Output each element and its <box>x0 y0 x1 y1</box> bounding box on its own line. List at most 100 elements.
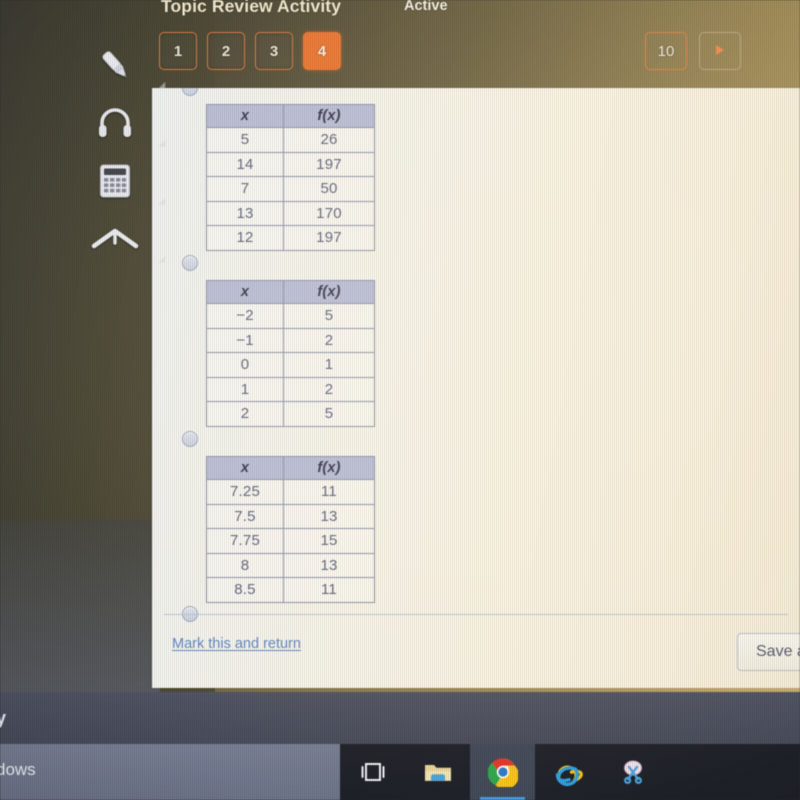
taskbar-snipping-tool-button[interactable] <box>600 744 665 800</box>
collapse-up-icon <box>90 224 140 254</box>
cell-fx: 5 <box>283 401 375 427</box>
cell-fx: 2 <box>283 327 375 353</box>
highlighter-icon <box>93 43 137 87</box>
question-content-area: x f(x) 5 26 14 197 7 50 13 170 12 197 x … <box>152 88 800 688</box>
taskbar-file-explorer-button[interactable] <box>405 744 470 800</box>
headphones-icon <box>93 101 137 145</box>
column-header-x: x <box>206 456 284 480</box>
taskbar-task-view-button[interactable] <box>340 744 405 800</box>
file-explorer-icon <box>423 759 453 785</box>
table-row: 13 170 <box>206 200 375 226</box>
cell-x: −1 <box>206 327 284 353</box>
column-header-x: x <box>206 280 284 304</box>
cell-fx: 197 <box>283 225 375 251</box>
cell-x: 2 <box>206 401 284 427</box>
column-header-fx: f(x) <box>283 456 375 480</box>
table-row: 7.5 13 <box>206 503 375 529</box>
table-row: 7 50 <box>206 176 375 202</box>
calculator-icon <box>95 159 135 203</box>
cell-fx: 26 <box>283 127 375 153</box>
cell-fx: 13 <box>283 552 375 578</box>
cell-fx: 50 <box>283 176 375 202</box>
taskbar-search-area[interactable] <box>0 744 340 800</box>
save-and-exit-button[interactable]: Save a <box>737 633 800 671</box>
choice-radio-1[interactable] <box>182 88 198 96</box>
play-triangle-icon <box>715 44 725 59</box>
table-row: 12 197 <box>206 225 375 251</box>
page-tabs-right: 10 <box>645 32 741 70</box>
page-tab-3[interactable]: 3 <box>255 32 293 70</box>
window-strip <box>0 692 800 744</box>
task-view-icon <box>358 760 388 784</box>
choice-radio-2[interactable] <box>182 255 198 271</box>
cell-x: 0 <box>206 352 284 378</box>
cell-fx: 2 <box>283 376 375 402</box>
page-tab-2[interactable]: 2 <box>207 32 245 70</box>
page-tab-4[interactable]: 4 <box>303 32 341 70</box>
cell-fx: 1 <box>283 352 375 378</box>
table-row: 14 197 <box>206 151 375 177</box>
table-header-row: x f(x) <box>206 280 375 304</box>
app-background-lower-left <box>0 520 160 692</box>
table-row: 2 5 <box>206 401 375 427</box>
footer-divider <box>164 614 788 615</box>
table-row: −1 2 <box>206 327 375 353</box>
page-tabs: 1 2 3 4 <box>159 32 341 70</box>
cell-x: −2 <box>206 303 284 329</box>
table-row: 0 1 <box>206 352 375 378</box>
table-header-row: x f(x) <box>206 104 375 128</box>
tool-highlighter[interactable] <box>82 36 169 94</box>
cell-x: 5 <box>206 127 284 153</box>
table-row: 8.5 11 <box>206 577 375 603</box>
page-tab-1[interactable]: 1 <box>159 32 197 70</box>
taskbar-chrome-button[interactable] <box>470 744 535 800</box>
tool-calculator[interactable] <box>82 152 169 210</box>
cell-fx: 197 <box>283 151 375 177</box>
cell-fx: 170 <box>283 200 375 226</box>
tool-collapse[interactable] <box>82 210 169 268</box>
cell-fx: 11 <box>283 479 375 505</box>
cell-fx: 15 <box>283 528 375 554</box>
column-header-fx: f(x) <box>283 280 375 304</box>
cell-x: 13 <box>206 200 284 226</box>
cell-x: 1 <box>206 376 284 402</box>
table-row: 7.75 15 <box>206 528 375 554</box>
column-header-fx: f(x) <box>283 104 375 128</box>
cell-x: 7.75 <box>206 528 284 554</box>
table-header-row: x f(x) <box>206 456 375 480</box>
table-row: −2 5 <box>206 303 375 329</box>
cell-fx: 11 <box>283 577 375 603</box>
tool-read-aloud[interactable] <box>82 94 169 152</box>
status-badge: Active <box>404 0 448 14</box>
table-row: 7.25 11 <box>206 479 375 505</box>
internet-explorer-icon <box>552 757 584 787</box>
choice-radio-3[interactable] <box>182 431 198 447</box>
table-row: 1 2 <box>206 376 375 402</box>
screenshot-root: Topic Review Activity Active 1 2 3 4 10 <box>0 0 800 800</box>
cell-x: 14 <box>206 151 284 177</box>
cell-x: 7.5 <box>206 503 284 529</box>
choice-table-3: x f(x) 7.25 11 7.5 13 7.75 15 8 13 8.5 1… <box>206 456 375 603</box>
column-header-x: x <box>206 104 284 128</box>
chrome-icon <box>487 757 518 787</box>
taskbar-icons <box>340 744 665 800</box>
page-tab-10[interactable]: 10 <box>645 32 687 70</box>
cell-fx: 13 <box>283 503 375 529</box>
cell-x: 12 <box>206 225 284 251</box>
taskbar-internet-explorer-button[interactable] <box>535 744 600 800</box>
cell-x: 8 <box>206 552 284 578</box>
mark-this-and-return-link[interactable]: Mark this and return <box>172 636 301 652</box>
cell-fx: 5 <box>283 303 375 329</box>
window-strip-text: y <box>0 708 7 728</box>
next-page-button[interactable] <box>699 32 741 70</box>
cell-x: 7 <box>206 176 284 202</box>
taskbar-search-text: dows <box>0 760 36 779</box>
snipping-tool-icon <box>618 757 648 787</box>
table-row: 5 26 <box>206 127 375 153</box>
cell-x: 8.5 <box>206 577 284 603</box>
cell-x: 7.25 <box>206 479 284 505</box>
table-row: 8 13 <box>206 552 375 578</box>
choice-table-1: x f(x) 5 26 14 197 7 50 13 170 12 197 <box>206 104 375 251</box>
tool-rail <box>82 36 169 268</box>
page-title: Topic Review Activity <box>161 0 342 16</box>
